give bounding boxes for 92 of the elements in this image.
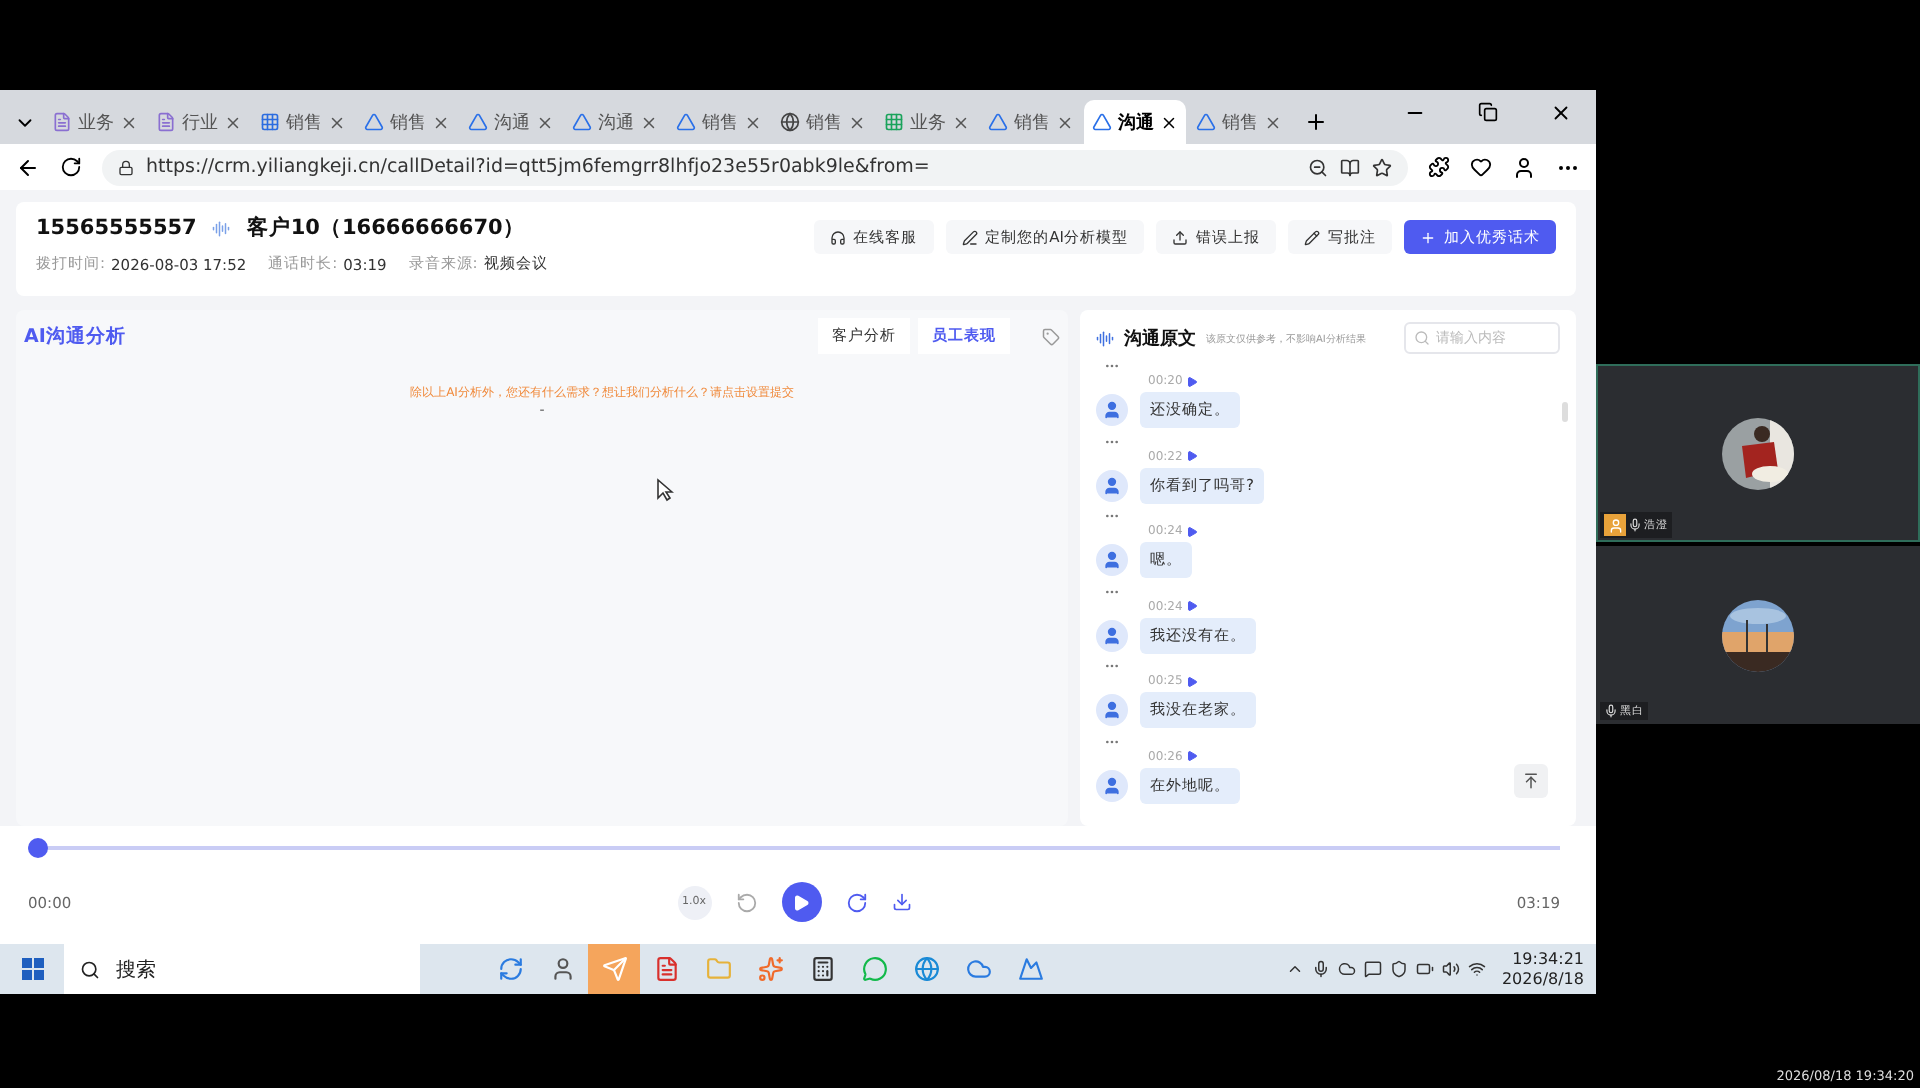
document-icon[interactable] xyxy=(653,956,679,982)
browser-tab[interactable]: 销售 xyxy=(980,100,1082,144)
forward-icon[interactable] xyxy=(845,891,867,913)
avatar-icon xyxy=(1096,544,1128,576)
scrollbar[interactable] xyxy=(1562,402,1568,422)
reader-icon[interactable] xyxy=(1340,157,1360,177)
plus-icon xyxy=(1420,229,1436,245)
calculator-icon[interactable] xyxy=(809,956,835,982)
triangle-icon xyxy=(1196,112,1216,132)
arrow-up-icon xyxy=(1522,772,1540,790)
extensions-icon[interactable] xyxy=(1428,156,1450,178)
search-icon xyxy=(80,959,100,979)
upload-icon xyxy=(1172,229,1188,245)
document-icon xyxy=(52,112,72,132)
browser-tab[interactable]: 销售 xyxy=(1188,100,1290,144)
browser-tab[interactable]: 行业 xyxy=(148,100,250,144)
close-icon[interactable] xyxy=(1160,113,1178,131)
chevron-up-icon[interactable] xyxy=(1285,960,1304,978)
customer-name: 客户10（16666666670） xyxy=(246,214,525,242)
pencil-icon xyxy=(1304,229,1320,245)
new-tab-icon[interactable] xyxy=(1304,110,1328,134)
tag-icon[interactable] xyxy=(1042,327,1060,345)
scroll-top-button[interactable] xyxy=(1514,764,1548,798)
avatar-icon xyxy=(1096,694,1128,726)
panel-title: 沟通原文 xyxy=(1124,326,1196,351)
message-icon[interactable] xyxy=(1363,960,1382,978)
document-icon xyxy=(156,112,176,132)
refresh-icon[interactable] xyxy=(497,956,523,982)
browser-tab[interactable]: 销售 xyxy=(356,100,458,144)
browser-tab[interactable]: 销售 xyxy=(252,100,354,144)
microphone-icon xyxy=(1628,518,1642,532)
cursor-icon xyxy=(656,478,674,502)
profile-icon[interactable] xyxy=(1512,155,1536,179)
play-icon[interactable] xyxy=(1186,525,1199,537)
avatar-icon xyxy=(1096,619,1128,651)
phone-number: 15565555557 xyxy=(36,216,197,240)
triangle-icon xyxy=(364,112,384,132)
play-icon[interactable] xyxy=(1186,600,1199,612)
back-icon[interactable] xyxy=(16,155,40,179)
transcript-icon xyxy=(1096,329,1114,347)
headset-icon xyxy=(829,229,846,245)
avatar-icon xyxy=(1096,769,1128,801)
browser-tab[interactable]: 沟通 xyxy=(460,100,562,144)
download-icon[interactable] xyxy=(891,892,911,912)
reload-icon[interactable] xyxy=(60,156,82,178)
battery-icon[interactable] xyxy=(1415,960,1434,978)
close-icon[interactable] xyxy=(1550,101,1572,123)
play-icon xyxy=(792,893,810,911)
taskbar-clock[interactable]: 19:34:21 2026/8/18 xyxy=(1493,949,1596,989)
search-icon xyxy=(1414,330,1430,346)
browser-tab[interactable]: 沟通 xyxy=(564,100,666,144)
browser-tab[interactable]: 销售 xyxy=(668,100,770,144)
address-bar[interactable]: https://crm.yiliangkeji.cn/callDetail?id=qtt5jm6femgrr8lhfjo23e55r0abk9le&from= xyxy=(102,149,1408,185)
play-icon[interactable] xyxy=(1186,450,1199,462)
microphone-icon xyxy=(1604,704,1618,718)
panel-title: AI沟通分析 xyxy=(24,323,126,349)
star-icon[interactable] xyxy=(1372,157,1392,177)
mountain-icon[interactable] xyxy=(1017,956,1043,982)
shield-icon[interactable] xyxy=(1389,960,1408,978)
globe-icon[interactable] xyxy=(913,956,939,982)
play-icon[interactable] xyxy=(1186,375,1199,387)
cloud-icon[interactable] xyxy=(1337,960,1356,978)
favorites-icon[interactable] xyxy=(1470,156,1492,178)
triangle-icon xyxy=(676,112,696,132)
browser-tab[interactable]: 业务 xyxy=(44,100,146,144)
audio-icon xyxy=(212,219,231,237)
play-icon[interactable] xyxy=(1186,750,1199,762)
triangle-icon xyxy=(468,112,488,132)
grid-icon xyxy=(260,112,280,132)
globe-icon xyxy=(780,112,800,132)
volume-icon[interactable] xyxy=(1441,960,1460,978)
user-icon[interactable] xyxy=(549,956,575,982)
browser-tab[interactable]: 沟通 xyxy=(1084,100,1186,144)
windows-icon[interactable] xyxy=(22,958,44,980)
play-button[interactable] xyxy=(781,882,821,922)
triangle-icon xyxy=(988,112,1008,132)
restore-icon[interactable] xyxy=(1478,101,1498,121)
browser-tab[interactable]: 业务 xyxy=(876,100,978,144)
avatar-icon xyxy=(1096,469,1128,501)
grid-icon xyxy=(884,112,904,132)
microphone-icon[interactable] xyxy=(1311,960,1330,978)
pen-icon xyxy=(961,229,978,245)
browser-tab[interactable]: 销售 xyxy=(772,100,874,144)
triangle-icon xyxy=(1092,112,1112,132)
lock-icon xyxy=(118,159,134,175)
taskbar-search[interactable]: 搜索 xyxy=(64,944,420,994)
avatar-icon xyxy=(1096,394,1128,426)
progress-thumb[interactable] xyxy=(28,838,48,858)
zoom-out-icon[interactable] xyxy=(1308,157,1328,177)
triangle-icon xyxy=(572,112,592,132)
play-icon[interactable] xyxy=(1186,675,1199,687)
wifi-icon[interactable] xyxy=(1467,960,1486,978)
